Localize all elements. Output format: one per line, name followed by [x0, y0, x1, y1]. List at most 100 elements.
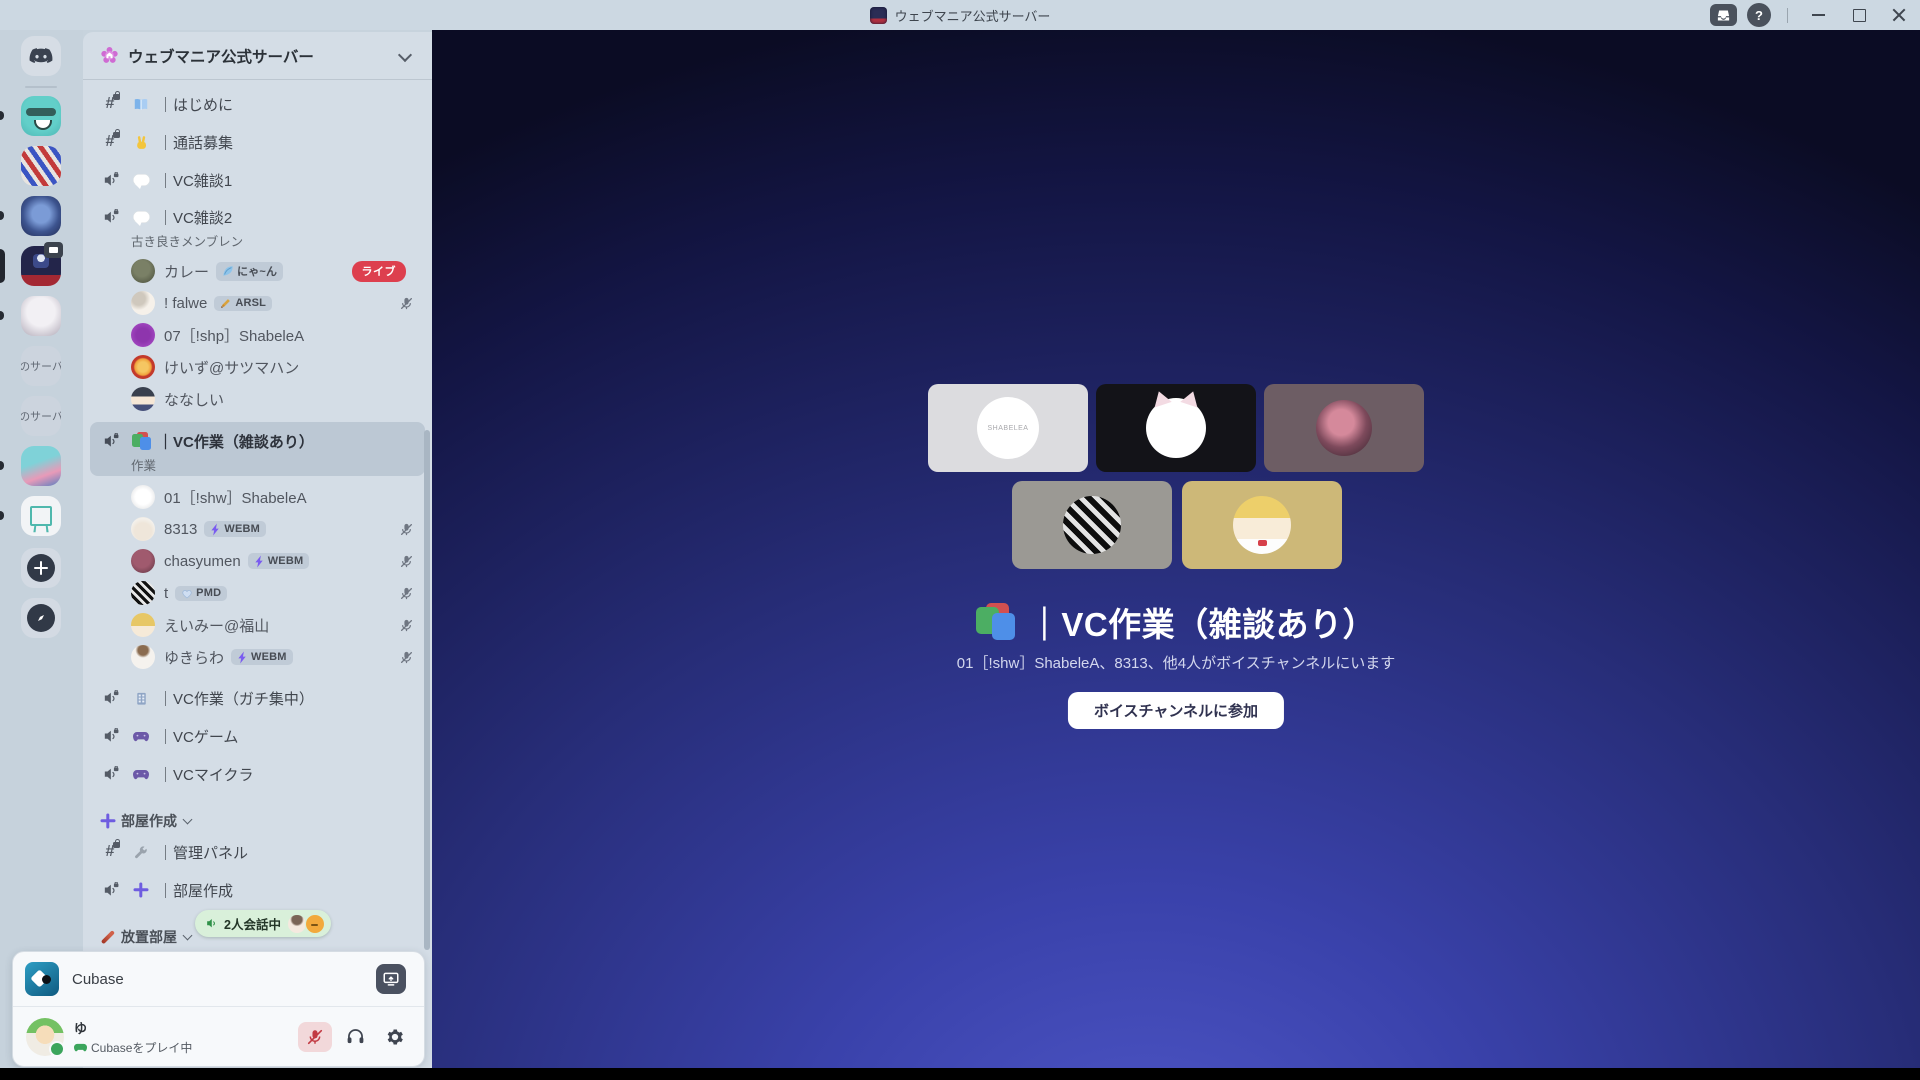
help-icon[interactable]	[1747, 3, 1771, 27]
member-row-falwe[interactable]: ! falwe ARSL	[83, 286, 424, 320]
lightning-icon	[238, 651, 246, 663]
unread-dot	[0, 311, 4, 320]
channel-kanri-panel[interactable]: ｜管理パネル	[83, 835, 424, 869]
settings-gear-button[interactable]	[378, 1022, 412, 1052]
avatar	[131, 581, 155, 605]
voice-channel-limited-icon	[100, 689, 120, 707]
mic-muted-button[interactable]	[298, 1021, 332, 1052]
channel-hajimeni[interactable]: ｜はじめに	[83, 87, 424, 121]
speech-bubble-emoji	[130, 211, 152, 226]
avatar	[131, 291, 155, 315]
titlebar-title-group: ウェブマニア公式サーバー	[0, 0, 1920, 30]
user-panel: Cubase ゆ Cubaseをプレイ中	[12, 951, 425, 1067]
server-icon-text-2[interactable]: のサーバ	[21, 396, 61, 436]
plus-icon	[27, 554, 55, 582]
avatar	[131, 355, 155, 379]
member-name: ! falwe	[164, 294, 208, 312]
mic-muted-icon	[399, 554, 414, 569]
selected-server-indicator	[0, 249, 5, 283]
member-row-shabele07[interactable]: 07［!shp］ShabeleA	[83, 318, 424, 352]
text-channel-limited-icon	[100, 838, 121, 860]
inbox-icon[interactable]	[1710, 4, 1737, 26]
mic-muted-icon	[399, 650, 414, 665]
server-header[interactable]: ウェブマニア公式サーバー	[83, 32, 432, 79]
stacked-windows-emoji	[130, 432, 152, 450]
member-tag-badge: WEBM	[231, 649, 293, 665]
member-row-8313[interactable]: 8313 WEBM	[83, 512, 424, 546]
member-name: chasyumen	[164, 552, 241, 570]
member-row-t[interactable]: t PMD	[83, 576, 424, 610]
channel-heya-sakusei[interactable]: ｜部屋作成	[83, 873, 424, 907]
participant-tile[interactable]	[1096, 384, 1256, 472]
victory-hand-emoji	[130, 135, 152, 150]
server-mini-icon	[869, 6, 887, 24]
channel-vc-game[interactable]: ｜VCゲーム	[83, 719, 424, 753]
plus-emoji	[130, 883, 152, 898]
participant-tile[interactable]	[1264, 384, 1424, 472]
sidebar-scrollbar[interactable]	[424, 430, 430, 950]
chevron-down-icon	[182, 814, 193, 825]
plus-icon	[100, 814, 116, 829]
channel-vc-zatsudan1[interactable]: ｜VC雑談1	[83, 163, 424, 197]
channel-status: 作業	[131, 459, 157, 473]
participant-tile[interactable]	[1012, 481, 1172, 569]
maximize-button[interactable]	[1844, 0, 1874, 30]
server-icon-3[interactable]	[21, 196, 61, 236]
member-row-curry[interactable]: カレー にゃ~ん ライブ	[83, 254, 424, 288]
server-icon-1[interactable]	[21, 96, 61, 136]
channel-tsuwabosyu[interactable]: ｜通話募集	[83, 125, 424, 159]
server-icon-2[interactable]	[21, 146, 61, 186]
book-emoji	[130, 97, 152, 112]
titlebar: ウェブマニア公式サーバー	[0, 0, 1920, 30]
headphones-button[interactable]	[338, 1022, 372, 1052]
category-heya-sakusei[interactable]: 部屋作成	[83, 806, 424, 836]
server-icon-5[interactable]	[21, 296, 61, 336]
member-name: 8313	[164, 520, 198, 538]
avatar	[131, 323, 155, 347]
server-icon-9[interactable]	[21, 496, 61, 536]
member-name: えいみー@福山	[164, 617, 270, 635]
voice-channel-main-area: SHABELEA ｜VC作業（雑談あり） 01［!shw］ShabeleA、83…	[432, 30, 1920, 1068]
channel-vc-sagyo-gachi[interactable]: ｜VC作業（ガチ集中）	[83, 681, 424, 715]
participant-tile[interactable]	[1182, 481, 1342, 569]
member-row-keizu[interactable]: けいず@サツマハン	[83, 350, 424, 384]
mic-muted-icon	[399, 618, 414, 633]
channel-label: ｜はじめに	[158, 96, 234, 114]
avatar	[131, 549, 155, 573]
lightning-icon	[211, 523, 220, 535]
member-row-shabele01[interactable]: 01［!shw］ShabeleA	[83, 480, 424, 514]
window-title: ウェブマニア公式サーバー	[894, 8, 1051, 24]
compass-icon	[27, 604, 55, 632]
add-server-button[interactable]	[21, 548, 61, 588]
participant-tile[interactable]: SHABELEA	[928, 384, 1088, 472]
channel-label: ｜通話募集	[158, 134, 234, 152]
member-row-chasyumen[interactable]: chasyumen WEBM	[83, 544, 424, 578]
ongoing-call-pill[interactable]: 2人会話中	[195, 910, 331, 937]
unread-dot	[0, 211, 4, 220]
member-row-yukirawa[interactable]: ゆきらわ WEBM	[83, 640, 424, 674]
discord-home-button[interactable]	[21, 36, 61, 76]
server-icon-8[interactable]	[21, 446, 61, 486]
join-voice-button[interactable]: ボイスチャンネルに参加	[1067, 692, 1285, 729]
user-row[interactable]: ゆ Cubaseをプレイ中	[13, 1007, 424, 1066]
member-tag-badge: ARSL	[214, 295, 273, 311]
explore-servers-button[interactable]	[21, 598, 61, 638]
member-row-eimy[interactable]: えいみー@福山	[83, 608, 424, 642]
minimize-button[interactable]	[1804, 0, 1834, 30]
channel-vc-sagyo-zatsudan-selected[interactable]: ｜VC作業（雑談あり） 作業	[90, 422, 425, 476]
member-tag-badge: PMD	[175, 585, 228, 601]
chevron-down-icon	[182, 930, 193, 941]
channel-vc-minecraft[interactable]: ｜VCマイクラ	[83, 757, 424, 791]
member-row-nanashii[interactable]: ななしい	[83, 382, 424, 416]
member-name: ななしい	[164, 391, 225, 409]
gamepad-emoji	[130, 769, 152, 780]
server-icon-text-1[interactable]: のサーバ	[21, 346, 61, 386]
discord-app-window: ウェブマニア公式サーバー のサーバ のサーバ	[0, 0, 1920, 1080]
gamepad-icon	[74, 1043, 87, 1051]
avatar-logo-text: SHABELEA	[987, 424, 1029, 432]
share-screen-button[interactable]	[376, 964, 406, 994]
channel-vc-zatsudan2[interactable]: ｜VC雑談2	[83, 200, 424, 234]
user-avatar	[26, 1017, 65, 1057]
close-button[interactable]	[1884, 0, 1914, 30]
lightning-icon	[255, 555, 263, 567]
